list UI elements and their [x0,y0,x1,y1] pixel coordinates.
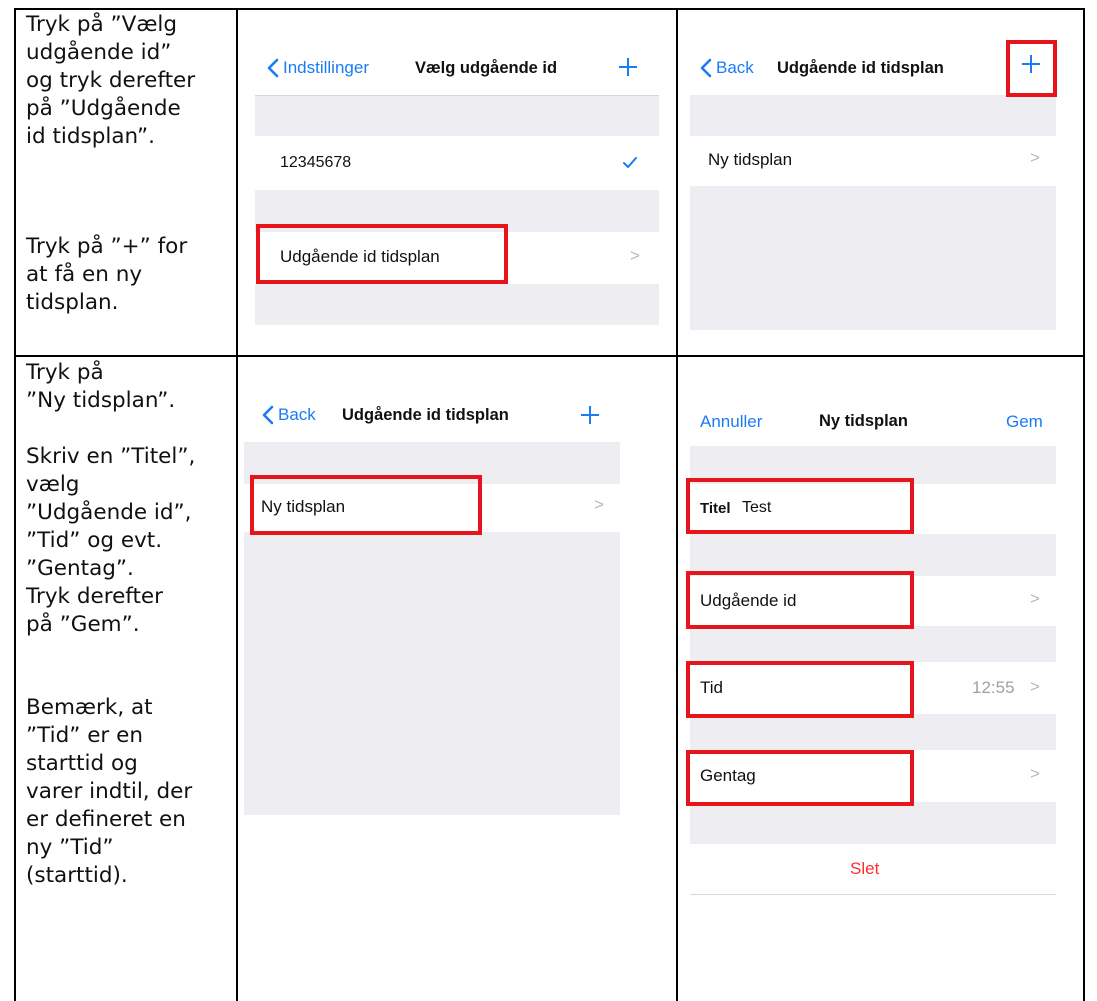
instruction-step-5: Bemærk, at ”Tid” er en starttid og varer… [26,695,193,888]
empty-list-area [690,186,1056,330]
save-button[interactable]: Gem [1006,412,1043,432]
chevron-right-icon: > [630,246,640,265]
delete-row[interactable]: Slet [690,844,1056,894]
group-spacer [255,284,659,325]
plus-icon[interactable] [580,405,600,425]
nav-title: Udgående id tidsplan [777,59,944,77]
table-col-divider-2 [676,8,678,1001]
table-row-divider [14,355,1085,357]
highlight-new-schedule-row [250,475,482,535]
chevron-left-icon [700,58,712,78]
group-spacer [690,534,1056,576]
separator [255,95,659,96]
table-border-top [14,8,1085,10]
highlight-repeat [686,750,914,806]
highlight-schedule-row [256,224,508,284]
empty-list-area [244,532,620,815]
instruction-step-2: Tryk på ”+” for at få en ny tidsplan. [26,234,188,315]
table-border-left [14,8,16,1001]
id-number: 12345678 [280,154,352,171]
chevron-right-icon: > [1030,764,1040,783]
group-spacer [690,714,1056,750]
chevron-right-icon: > [1030,148,1040,167]
table-col-divider-1 [236,8,238,1001]
chevron-right-icon: > [1030,589,1040,608]
screen-choose-outgoing-id: Indstillinger Vælg udgående id 12345678 … [255,38,659,344]
chevron-right-icon: > [1030,677,1040,696]
nav-title: Udgående id tidsplan [342,406,509,424]
chevron-right-icon: > [594,495,604,514]
nav-title: Vælg udgående id [415,59,558,77]
separator [690,894,1056,895]
new-schedule-row[interactable]: Ny tidsplan > [690,136,1056,186]
instruction-step-1: Tryk på ”Vælg udgående id” og tryk deref… [26,12,196,149]
highlight-time [686,661,914,718]
highlight-outgoing-id [686,571,914,629]
group-spacer [690,95,1056,136]
screen-schedule-list-top: Back Udgående id tidsplan Ny tidsplan > [690,38,1056,330]
new-schedule-label: Ny tidsplan [708,150,793,169]
highlight-plus-button [1006,40,1057,97]
chevron-left-icon [262,405,274,425]
back-label: Back [716,58,754,77]
time-value: 12:55 [972,678,1015,697]
plus-icon[interactable] [618,57,638,77]
delete-button[interactable]: Slet [850,859,879,879]
checkmark-icon [623,157,637,168]
back-button[interactable]: Back [700,58,754,78]
back-label: Back [278,405,316,424]
table-border-right [1083,8,1085,1001]
group-spacer [255,95,659,136]
cancel-button[interactable]: Annuller [700,412,762,432]
highlight-title-field [686,478,914,534]
id-row[interactable]: 12345678 [255,136,659,190]
screen-schedule-list: Back Udgående id tidsplan Ny tidsplan > [244,391,620,815]
back-button[interactable]: Back [262,405,316,425]
chevron-left-icon [267,58,279,78]
back-label: Indstillinger [283,58,369,77]
instruction-step-4: Skriv en ”Titel”, vælg ”Udgående id”, ”T… [26,444,196,637]
instruction-step-3: Tryk på ”Ny tidsplan”. [26,360,176,413]
group-spacer [690,802,1056,844]
back-button[interactable]: Indstillinger [267,58,369,78]
nav-title: Ny tidsplan [819,412,908,430]
group-spacer [690,626,1056,662]
